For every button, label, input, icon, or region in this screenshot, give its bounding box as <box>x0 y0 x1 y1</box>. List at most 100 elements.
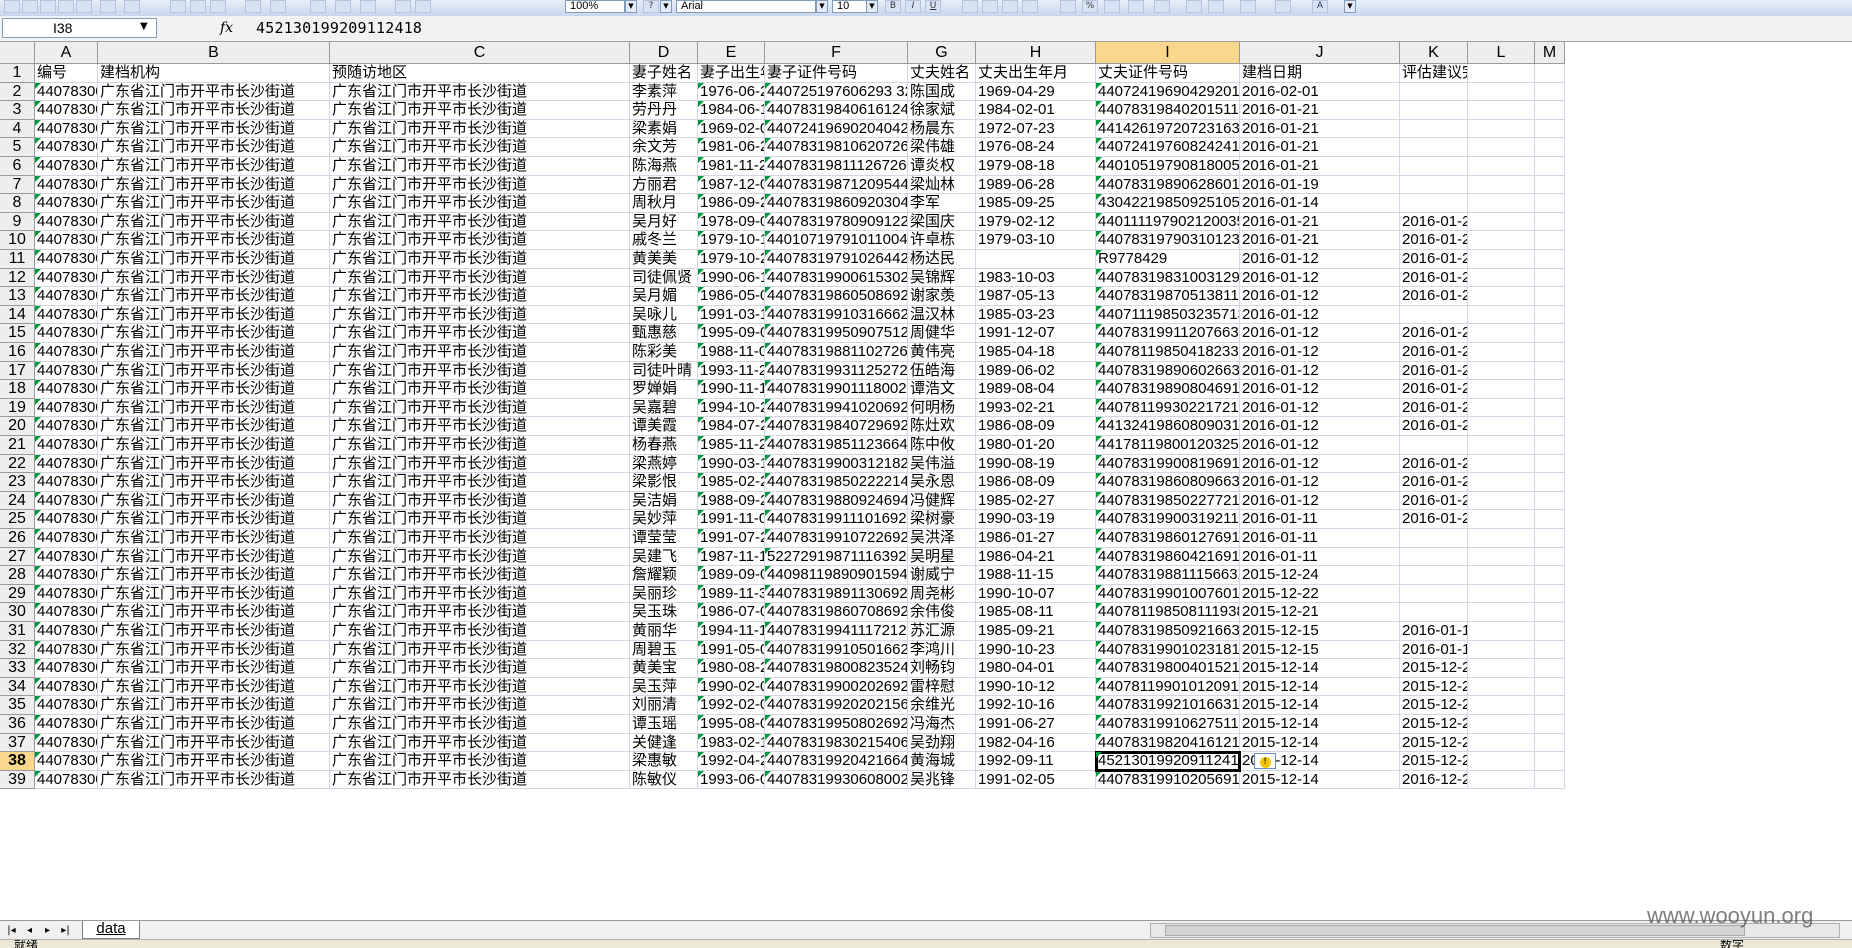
row-header[interactable]: 37 <box>0 733 35 753</box>
row-header[interactable]: 25 <box>0 510 35 529</box>
cell-g25[interactable]: 梁树豪 <box>908 510 976 529</box>
cell-k12[interactable]: 2016-01-21 <box>1400 268 1468 288</box>
cell-k3[interactable] <box>1400 101 1468 120</box>
cell-g20[interactable]: 陈灶欢 <box>908 417 976 436</box>
cell-d12[interactable]: 司徒佩贤 <box>630 268 698 288</box>
cell-e16[interactable]: 1988-11-0 <box>698 343 765 362</box>
cell-l28[interactable] <box>1468 566 1535 585</box>
chevron-down-icon[interactable]: ▼ <box>625 0 637 13</box>
cell-j35[interactable]: 2015-12-14 <box>1240 696 1400 715</box>
cell-a25[interactable]: 44078300 <box>35 510 98 529</box>
cell-k10[interactable]: 2016-01-21 <box>1400 231 1468 250</box>
cell-h21[interactable]: 1980-01-20 <box>976 436 1096 455</box>
cell-f1[interactable]: 妻子证件号码 <box>765 64 908 83</box>
cell-b1[interactable]: 建档机构 <box>98 64 330 83</box>
cell-b11[interactable]: 广东省江门市开平市长沙街道 <box>98 250 330 269</box>
undo-icon[interactable] <box>245 0 261 13</box>
align-left-icon[interactable] <box>962 0 978 13</box>
cell-h5[interactable]: 1976-08-24 <box>976 138 1096 157</box>
cell-d16[interactable]: 陈彩美 <box>630 343 698 362</box>
cell-h39[interactable]: 1991-02-05 <box>976 770 1096 790</box>
cell-a35[interactable]: 44078300 <box>35 696 98 715</box>
cell-d29[interactable]: 吴丽珍 <box>630 584 698 604</box>
cell-b20[interactable]: 广东省江门市开平市长沙街道 <box>98 417 330 436</box>
cell-c11[interactable]: 广东省江门市开平市长沙街道 <box>330 250 630 269</box>
cell-c29[interactable]: 广东省江门市开平市长沙街道 <box>330 584 630 604</box>
cell-h31[interactable]: 1985-09-21 <box>976 622 1096 641</box>
cell-f5[interactable]: 44078319810620726X <box>765 138 908 157</box>
cell-m39[interactable] <box>1535 770 1565 790</box>
cut-icon[interactable] <box>170 0 186 13</box>
cell-l17[interactable] <box>1468 361 1535 381</box>
cell-j37[interactable]: 2015-12-14 <box>1240 733 1400 753</box>
column-header-c[interactable]: C <box>330 42 630 64</box>
cell-i9[interactable]: 440111197902120035 <box>1096 212 1240 232</box>
cell-f17[interactable]: 440783199311252726 <box>765 361 908 381</box>
cell-f6[interactable]: 440783198111267267 <box>765 157 908 176</box>
cell-f10[interactable]: 440107197910110043 <box>765 231 908 250</box>
cell-c32[interactable]: 广东省江门市开平市长沙街道 <box>330 640 630 660</box>
cell-l12[interactable] <box>1468 268 1535 288</box>
row-header[interactable]: 12 <box>0 268 35 288</box>
row-header[interactable]: 31 <box>0 622 35 641</box>
cell-i1[interactable]: 丈夫证件号码 <box>1096 64 1240 83</box>
cell-b24[interactable]: 广东省江门市开平市长沙街道 <box>98 491 330 511</box>
cell-g7[interactable]: 梁灿林 <box>908 175 976 195</box>
cell-i34[interactable]: 440781199010120911 <box>1096 677 1240 697</box>
cell-a22[interactable]: 44078300 <box>35 454 98 474</box>
cell-c34[interactable]: 广东省江门市开平市长沙街道 <box>330 677 630 697</box>
row-header[interactable]: 39 <box>0 770 35 790</box>
cell-e2[interactable]: 1976-06-2 <box>698 82 765 102</box>
cell-l11[interactable] <box>1468 250 1535 269</box>
cell-j1[interactable]: 建档日期 <box>1240 64 1400 83</box>
cell-a16[interactable]: 44078300 <box>35 343 98 362</box>
cell-f32[interactable]: 440783199105016626 <box>765 640 908 660</box>
cell-m29[interactable] <box>1535 584 1565 604</box>
cell-f16[interactable]: 440783198811027264 <box>765 343 908 362</box>
cell-j17[interactable]: 2016-01-12 <box>1240 361 1400 381</box>
cell-g2[interactable]: 陈国成 <box>908 82 976 102</box>
italic-icon[interactable]: I <box>905 0 921 13</box>
cell-b28[interactable]: 广东省江门市开平市长沙街道 <box>98 566 330 585</box>
cell-b34[interactable]: 广东省江门市开平市长沙街道 <box>98 677 330 697</box>
cell-k4[interactable] <box>1400 119 1468 139</box>
cell-h16[interactable]: 1985-04-18 <box>976 343 1096 362</box>
row-header[interactable]: 16 <box>0 343 35 362</box>
cell-l38[interactable] <box>1468 752 1535 771</box>
cell-m18[interactable] <box>1535 380 1565 399</box>
row-header[interactable]: 1 <box>0 64 35 83</box>
cell-k26[interactable] <box>1400 529 1468 548</box>
cell-i32[interactable]: 440783199010231817 <box>1096 640 1240 660</box>
cell-b38[interactable]: 广东省江门市开平市长沙街道 <box>98 752 330 771</box>
cell-d11[interactable]: 黄美美 <box>630 250 698 269</box>
align-right-icon[interactable] <box>1002 0 1018 13</box>
cell-c18[interactable]: 广东省江门市开平市长沙街道 <box>330 380 630 399</box>
cell-c8[interactable]: 广东省江门市开平市长沙街道 <box>330 194 630 213</box>
cell-j27[interactable]: 2016-01-11 <box>1240 547 1400 567</box>
cell-c24[interactable]: 广东省江门市开平市长沙街道 <box>330 491 630 511</box>
cell-k14[interactable] <box>1400 305 1468 325</box>
cell-g30[interactable]: 余伟俊 <box>908 603 976 622</box>
cell-d25[interactable]: 吴妙萍 <box>630 510 698 529</box>
cell-f11[interactable]: 440783197910264420 <box>765 250 908 269</box>
cell-a3[interactable]: 44078300 <box>35 101 98 120</box>
cell-d10[interactable]: 戚冬兰 <box>630 231 698 250</box>
cell-e10[interactable]: 1979-10-1 <box>698 231 765 250</box>
column-header-g[interactable]: G <box>908 42 976 64</box>
cell-g10[interactable]: 许卓栋 <box>908 231 976 250</box>
redo-icon[interactable] <box>270 0 286 13</box>
row-header[interactable]: 19 <box>0 398 35 418</box>
cell-a2[interactable]: 44078300 <box>35 82 98 102</box>
cell-b21[interactable]: 广东省江门市开平市长沙街道 <box>98 436 330 455</box>
cell-l37[interactable] <box>1468 733 1535 753</box>
cell-i18[interactable]: 440783198908046912 <box>1096 380 1240 399</box>
cell-f31[interactable]: 440783199411172125 <box>765 622 908 641</box>
cell-g28[interactable]: 谢威宁 <box>908 566 976 585</box>
cell-b19[interactable]: 广东省江门市开平市长沙街道 <box>98 398 330 418</box>
cell-h26[interactable]: 1986-01-27 <box>976 529 1096 548</box>
cell-h35[interactable]: 1992-10-16 <box>976 696 1096 715</box>
cell-g21[interactable]: 陈中攸 <box>908 436 976 455</box>
cell-j14[interactable]: 2016-01-12 <box>1240 305 1400 325</box>
row-header[interactable]: 30 <box>0 603 35 622</box>
cell-i23[interactable]: 440783198608096635 <box>1096 473 1240 492</box>
